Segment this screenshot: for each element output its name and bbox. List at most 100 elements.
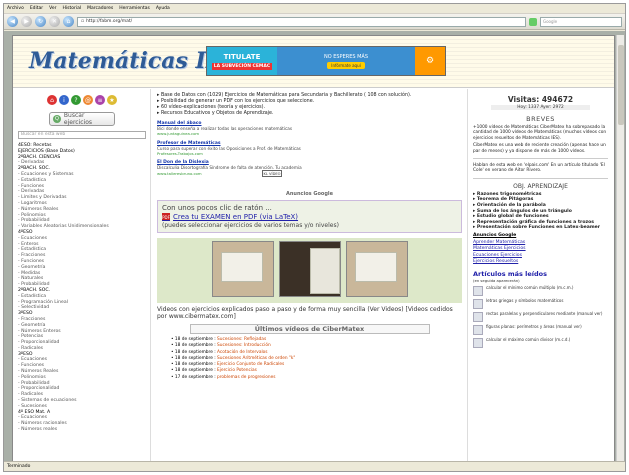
right-sidebar: Visitas: 494672 Hoy: 1337 Ayer: 2972 BRE… [467, 89, 614, 461]
video-thumbnail[interactable] [345, 241, 408, 297]
article-title: letras griegas y símbolos matemáticos [486, 297, 564, 303]
info-circle-icon[interactable]: i [59, 95, 69, 105]
article-item[interactable]: calcular el mínimo común múltiplo (m.c.m… [473, 285, 608, 296]
news-date: 18 de septiembre : [174, 337, 216, 342]
search-box[interactable]: Google [540, 16, 622, 27]
pdf-line1: Con unos pocos clic de ratón ... [162, 204, 272, 212]
google-link[interactable]: Ejercicios Resueltos [473, 259, 608, 266]
intro-bullets: ▸ Base de Datos con (1029) Ejercicios de… [157, 93, 462, 117]
star-circle-icon[interactable]: ★ [107, 95, 117, 105]
article-thumbnail [473, 298, 483, 309]
news-title[interactable]: Sucesiones: Introducción [217, 343, 271, 348]
text-ad[interactable]: Profesor de Matemáticas Curso para super… [157, 141, 462, 157]
help-circle-icon[interactable]: ? [71, 95, 81, 105]
tree-item[interactable]: - Números reales [18, 427, 146, 433]
ad-button[interactable]: Infórmate aquí [327, 61, 365, 69]
main-content: ▸ Base de Datos con (1029) Ejercicios de… [151, 89, 467, 461]
menu-archivo[interactable]: Archivo [7, 6, 24, 11]
address-bar[interactable]: ▫ http://fabm.org/mat/ [77, 16, 526, 27]
pdf-link[interactable]: PDF Crea tu EXAMEN en PDF (via LaTeX) [162, 213, 457, 221]
address-text: http://fabm.org/mat/ [86, 19, 133, 24]
news-date: 18 de septiembre : [174, 355, 216, 361]
site-header: Matemáticas IES TITULATE LA SUBVECIÓN CE… [13, 36, 614, 88]
kl-video-button[interactable]: KL VÍDEO [262, 170, 282, 177]
status-text: Terminado [7, 464, 31, 469]
visit-counter: Visitas: 494672 [507, 95, 574, 104]
breves-title: BREVES [526, 115, 555, 123]
reload-icon[interactable]: ↻ [35, 16, 46, 27]
news-title[interactable]: Acotación de Intervalos [217, 350, 268, 355]
google-links: Anuncios Google Aprender Matemáticas Mat… [473, 233, 608, 266]
news-title[interactable]: Sucesiones Aritméticas de orden "k" [217, 356, 295, 361]
pdf-exam-box: Con unos pocos clic de ratón ... PDF Crea… [157, 200, 462, 233]
news-title[interactable]: problemas de progresiones [217, 375, 276, 380]
bullet-item: ▸ Recursos Educativos y Objetos de Apren… [157, 111, 274, 116]
menu-ver[interactable]: Ver [49, 6, 56, 11]
forward-icon[interactable]: ▶ [21, 16, 32, 27]
news-date: 18 de septiembre : [174, 362, 216, 368]
article-item[interactable]: rectas paralelas y perpendiculares media… [473, 311, 608, 322]
article-item[interactable]: figuras planas: perímetros y áreas (manu… [473, 324, 608, 335]
article-item[interactable]: letras griegas y símbolos matemáticos [473, 297, 608, 309]
navigation-toolbar: ◀ ▶ ↻ ✕ ⌂ ▫ http://fabm.org/mat/ Google [4, 14, 625, 30]
obj-title: OBJ. APRENDIZAJE [513, 182, 568, 190]
search-icon: Q [53, 115, 61, 123]
icon-row: ⌂ i ? @ ≡ ★ [18, 95, 146, 105]
home-icon[interactable]: ⌂ [63, 16, 74, 27]
page-viewport: Matemáticas IES TITULATE LA SUBVECIÓN CE… [4, 31, 625, 461]
vertical-scrollbar[interactable] [616, 35, 624, 461]
site-search-input[interactable]: Buscar en esta web [18, 131, 146, 139]
ad-left: TITULATE LA SUBVECIÓN CEMAC [207, 47, 277, 75]
last-videos-title: Últimos vídeos de CiberMatex [189, 324, 430, 334]
ad-middle: NO ESPERES MÁS Infórmate aquí [277, 47, 415, 75]
go-icon[interactable] [529, 17, 537, 26]
menu-editar[interactable]: Editar [30, 6, 43, 11]
stop-icon[interactable]: ✕ [49, 16, 60, 27]
menu-herramientas[interactable]: Herramientas [119, 6, 150, 11]
video-thumbnail[interactable] [278, 241, 341, 297]
category-tree: 4ESO: Recetas EJERCICIOS (Base Datos) 2ºBA… [18, 143, 146, 433]
obj-list: ▸ Razones trigonométricas ▸ Teorema de Pi… [473, 192, 608, 231]
search-box-placeholder: Google [543, 19, 558, 24]
text-ad[interactable]: Manual del ábaco Bici donde enseña a rea… [157, 121, 462, 137]
status-bar: Terminado [4, 461, 625, 471]
text-ads: Manual del ábaco Bici donde enseña a rea… [157, 121, 462, 189]
article-title: calcular el máximo común divisor (m.c.d.… [486, 336, 571, 342]
news-title[interactable]: Sucesiones: Reflejadas [217, 337, 266, 342]
video-thumbnail[interactable] [211, 241, 274, 297]
ad-mid-text: NO ESPERES MÁS [323, 53, 369, 60]
ad-icon: ⚙ [415, 47, 445, 75]
news-title[interactable]: Ejercicio Conjunto de Radicales [217, 362, 284, 367]
pdf-icon: PDF [162, 213, 170, 221]
search-exercises-label: Buscar ejercicios [63, 112, 93, 126]
video-thumbnails [157, 238, 462, 303]
news-date: 18 de septiembre : [174, 343, 216, 349]
ad-title: TITULATE [223, 52, 261, 61]
search-exercises-button[interactable]: Q Buscar ejercicios [49, 112, 115, 126]
breves-text: +1000 vídeos de Matemáticas CiberMatex h… [473, 125, 607, 141]
back-icon[interactable]: ◀ [7, 16, 18, 27]
menu-ayuda[interactable]: Ayuda [156, 6, 170, 11]
obj-item[interactable]: ▸ Presentación sobre Funciones en Latex-… [473, 225, 608, 231]
mail-circle-icon[interactable]: @ [83, 95, 93, 105]
article-thumbnail [473, 311, 483, 322]
scrollbar-thumb[interactable] [618, 45, 624, 125]
articles-list: calcular el mínimo común múltiplo (m.c.m… [473, 285, 608, 348]
news-item[interactable]: • 17 de septiembre : problemas de progre… [171, 375, 462, 381]
text-ad[interactable]: El Don de la Dislexia Discalculia Disort… [157, 160, 462, 176]
ad-subtitle: LA SUBVECIÓN CEMAC [211, 62, 273, 70]
left-sidebar: ⌂ i ? @ ≡ ★ Q Buscar ejercicios Buscar e… [13, 89, 151, 461]
article-thumbnail [473, 337, 483, 348]
rss-circle-icon[interactable]: ≡ [95, 95, 105, 105]
article-item[interactable]: calcular el máximo común divisor (m.c.d.… [473, 336, 608, 348]
breves-text: Hablan de esta web en 'elpais.com' En un… [473, 163, 605, 174]
banner-ad[interactable]: TITULATE LA SUBVECIÓN CEMAC NO ESPERES M… [206, 46, 446, 76]
news-list: • 18 de septiembre : Sucesiones: Refleja… [157, 337, 462, 381]
news-title[interactable]: Ejercicio Potencias [217, 368, 257, 373]
menu-historial[interactable]: Historial [63, 6, 82, 11]
browser-window: Archivo Editar Ver Historial Marcadores … [3, 3, 626, 472]
article-thumbnail [473, 324, 483, 335]
home-circle-icon[interactable]: ⌂ [47, 95, 57, 105]
news-date: 18 de septiembre : [174, 368, 216, 374]
menu-marcadores[interactable]: Marcadores [87, 6, 113, 11]
